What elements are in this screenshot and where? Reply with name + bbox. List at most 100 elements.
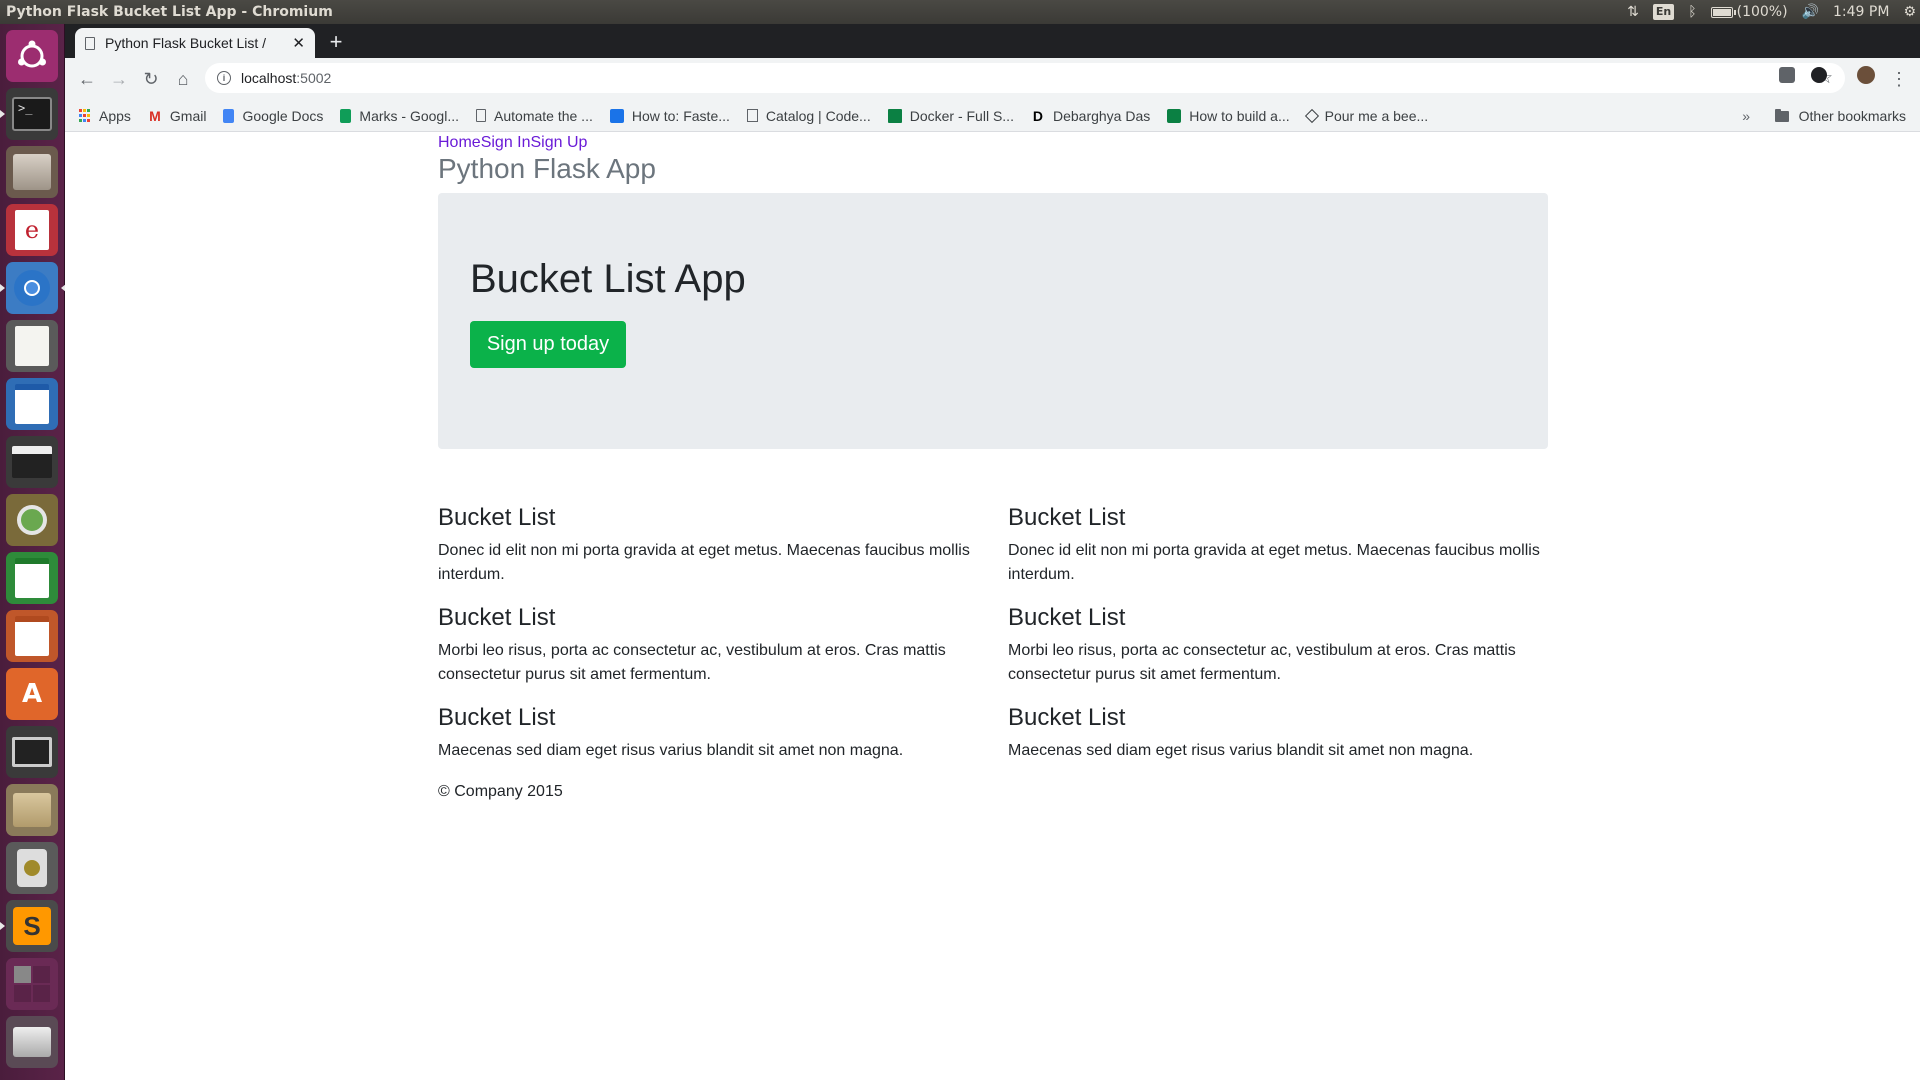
video-editor-icon[interactable] — [6, 436, 58, 488]
software-center-icon[interactable]: A — [6, 668, 58, 720]
tab-title: Python Flask Bucket List / — [105, 35, 267, 51]
docs-icon — [223, 108, 235, 123]
tab-active[interactable]: Python Flask Bucket List / ✕ — [75, 28, 315, 58]
terminal-icon[interactable]: >_ — [0, 88, 58, 140]
howto-icon — [609, 108, 624, 123]
bucket-item-title: Bucket List — [1008, 704, 1126, 731]
sign-up-today-button[interactable]: Sign up today — [470, 321, 626, 368]
text-editor-icon[interactable] — [6, 320, 58, 372]
menu-kebab-icon[interactable]: ⋮ — [1883, 63, 1915, 95]
jumbotron: Bucket List App Sign up today — [438, 193, 1548, 449]
network-icon[interactable]: ⇅ — [1627, 0, 1639, 24]
session-gear-icon[interactable]: ⚙ — [1903, 0, 1916, 24]
archive-manager-icon[interactable] — [6, 784, 58, 836]
bookmarks-overflow-button[interactable]: » — [1742, 108, 1750, 124]
dash-home-icon[interactable] — [6, 30, 58, 82]
bookmark-label: Gmail — [169, 107, 207, 124]
clock[interactable]: 1:49 PM — [1833, 0, 1889, 24]
trash-icon[interactable] — [6, 1016, 58, 1068]
forward-arrow-icon[interactable]: → — [103, 63, 135, 95]
bookmark-apps[interactable]: Apps — [77, 108, 131, 124]
bucket-item-text: Maecenas sed diam eget risus varius blan… — [1008, 742, 1474, 759]
bookmark-label: Apps — [99, 107, 131, 124]
bucket-item-text: Morbi leo risus, porta ac consectetur ac… — [1008, 642, 1516, 683]
brand-title: Python Flask App — [438, 153, 656, 184]
bookmark-debarghya[interactable]: D Debarghya Das — [1031, 108, 1150, 124]
lock-screen-icon[interactable] — [6, 726, 58, 778]
footer-copyright: © Company 2015 — [438, 783, 563, 800]
unity-launcher: >_ e A S — [0, 24, 66, 1080]
volume-icon[interactable]: 🔊 — [1802, 0, 1819, 24]
other-bookmarks[interactable]: Other bookmarks — [1774, 100, 1906, 132]
new-tab-button[interactable]: + — [323, 29, 349, 55]
chromium-window: Python Flask Bucket List / ✕ + ← → ↻ ⌂ i… — [65, 24, 1920, 1080]
workspace-switcher-icon[interactable] — [6, 958, 58, 1010]
sublime-text-icon[interactable]: S — [0, 900, 58, 952]
info-icon[interactable]: i — [217, 71, 231, 85]
indicator-area: ⇅ En ᛒ (100%) 🔊 1:49 PM ⚙ — [1613, 0, 1920, 24]
nav-sign-in-link[interactable]: Sign In — [481, 134, 531, 151]
bookmark-label: Debarghya Das — [1052, 107, 1151, 124]
impress-icon[interactable] — [6, 610, 58, 662]
other-bookmarks-label: Other bookmarks — [1798, 108, 1906, 124]
battery-icon — [1710, 6, 1736, 18]
image-viewer-icon[interactable] — [6, 494, 58, 546]
bookmark-label: Marks - Googl... — [359, 107, 460, 124]
reload-icon[interactable]: ↻ — [135, 63, 167, 95]
bookmark-label: How to: Faste... — [631, 107, 730, 124]
keyboard-layout-label: En — [1652, 4, 1675, 20]
bucket-item-title: Bucket List — [438, 504, 556, 531]
bookmarks-bar: Apps M Gmail Google Docs Marks - Googl..… — [65, 100, 1920, 132]
bookmark-automate[interactable]: Automate the ... — [476, 108, 593, 124]
file-cabinet-icon[interactable] — [6, 146, 58, 198]
extension-download-icon[interactable] — [1811, 67, 1827, 83]
bookmark-label: Google Docs — [242, 107, 324, 124]
docker-icon — [887, 108, 902, 123]
calc-icon[interactable] — [6, 552, 58, 604]
profile-avatar[interactable] — [1857, 66, 1875, 84]
battery-percent: (100%) — [1736, 4, 1788, 20]
sheets-icon — [340, 108, 352, 123]
bookmark-label: Automate the ... — [494, 107, 593, 124]
bookmark-build[interactable]: How to build a... — [1167, 108, 1290, 124]
bluetooth-icon[interactable]: ᛒ — [1688, 0, 1696, 24]
bucket-item-text: Morbi leo risus, porta ac consectetur ac… — [438, 642, 946, 683]
writer-icon[interactable] — [6, 378, 58, 430]
battery-indicator[interactable]: (100%) — [1710, 0, 1788, 24]
gmail-icon: M — [149, 107, 161, 124]
folder-icon — [1774, 108, 1789, 122]
url-port: :5002 — [296, 70, 332, 86]
d-icon: D — [1032, 107, 1044, 124]
bookmark-marks[interactable]: Marks - Googl... — [340, 108, 459, 124]
keyboard-layout-icon[interactable]: En — [1652, 0, 1675, 24]
bookmark-docker[interactable]: Docker - Full S... — [887, 107, 1014, 124]
bucket-item-text: Donec id elit non mi porta gravida at eg… — [438, 542, 970, 583]
bucket-item-text: Maecenas sed diam eget risus varius blan… — [438, 742, 904, 759]
page-icon — [476, 109, 487, 122]
page-icon — [85, 36, 95, 50]
bookmark-label: Pour me a bee... — [1324, 107, 1429, 124]
bookmark-howto[interactable]: How to: Faste... — [609, 107, 730, 124]
disk-utility-icon[interactable] — [6, 842, 58, 894]
catalog-icon — [746, 109, 758, 122]
evince-icon[interactable]: e — [6, 204, 58, 256]
extension-shield-icon[interactable] — [1779, 67, 1795, 83]
bookmark-google-docs[interactable]: Google Docs — [223, 108, 323, 124]
codepen-icon — [1304, 108, 1319, 123]
address-bar[interactable]: i localhost:5002 ☆ — [205, 63, 1845, 93]
nav-sign-up-link[interactable]: Sign Up — [531, 134, 588, 151]
bookmark-pour[interactable]: Pour me a bee... — [1304, 107, 1429, 124]
nav-home-link[interactable]: Home — [438, 134, 481, 151]
bookmark-label: Catalog | Code... — [765, 107, 871, 124]
bookmark-label: Docker - Full S... — [909, 107, 1014, 124]
apps-grid-icon — [77, 109, 91, 123]
back-arrow-icon[interactable]: ← — [71, 63, 103, 95]
home-icon[interactable]: ⌂ — [167, 63, 199, 95]
tab-close-icon[interactable]: ✕ — [292, 34, 305, 52]
bookmark-gmail[interactable]: M Gmail — [148, 107, 207, 124]
window-title: Python Flask Bucket List App - Chromium — [6, 4, 333, 20]
page-viewport: HomeSign InSign Up Python Flask App Buck… — [65, 133, 1920, 1080]
bookmark-catalog[interactable]: Catalog | Code... — [746, 107, 871, 124]
url-host: localhost — [241, 70, 297, 86]
chromium-icon[interactable] — [0, 262, 66, 314]
